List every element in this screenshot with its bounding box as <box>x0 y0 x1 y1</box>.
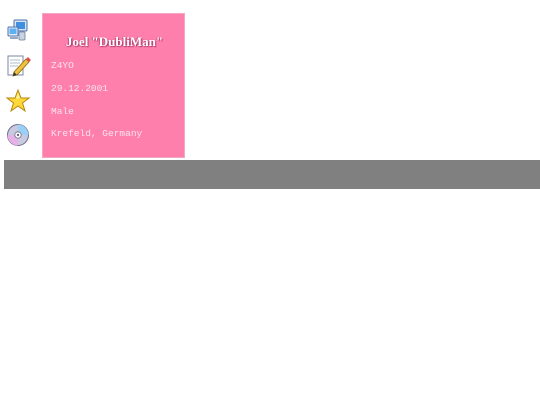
page: Joel "DubliMan" Z4YO 29.12.2001 Male Kre… <box>0 0 540 405</box>
profile-card: Joel "DubliMan" Z4YO 29.12.2001 Male Kre… <box>42 13 185 158</box>
disc-icon[interactable] <box>5 122 31 148</box>
profile-location: Krefeld, Germany <box>51 128 143 139</box>
profile-age: Z4YO <box>51 60 74 71</box>
edit-note-icon[interactable] <box>5 53 31 79</box>
star-icon[interactable] <box>5 88 31 114</box>
gray-bar <box>4 160 540 189</box>
profile-name: Joel "DubliMan" <box>65 34 164 49</box>
profile-birthdate: 29.12.2001 <box>51 83 109 94</box>
profile-gender: Male <box>51 106 74 117</box>
computer-icon[interactable] <box>5 17 31 43</box>
